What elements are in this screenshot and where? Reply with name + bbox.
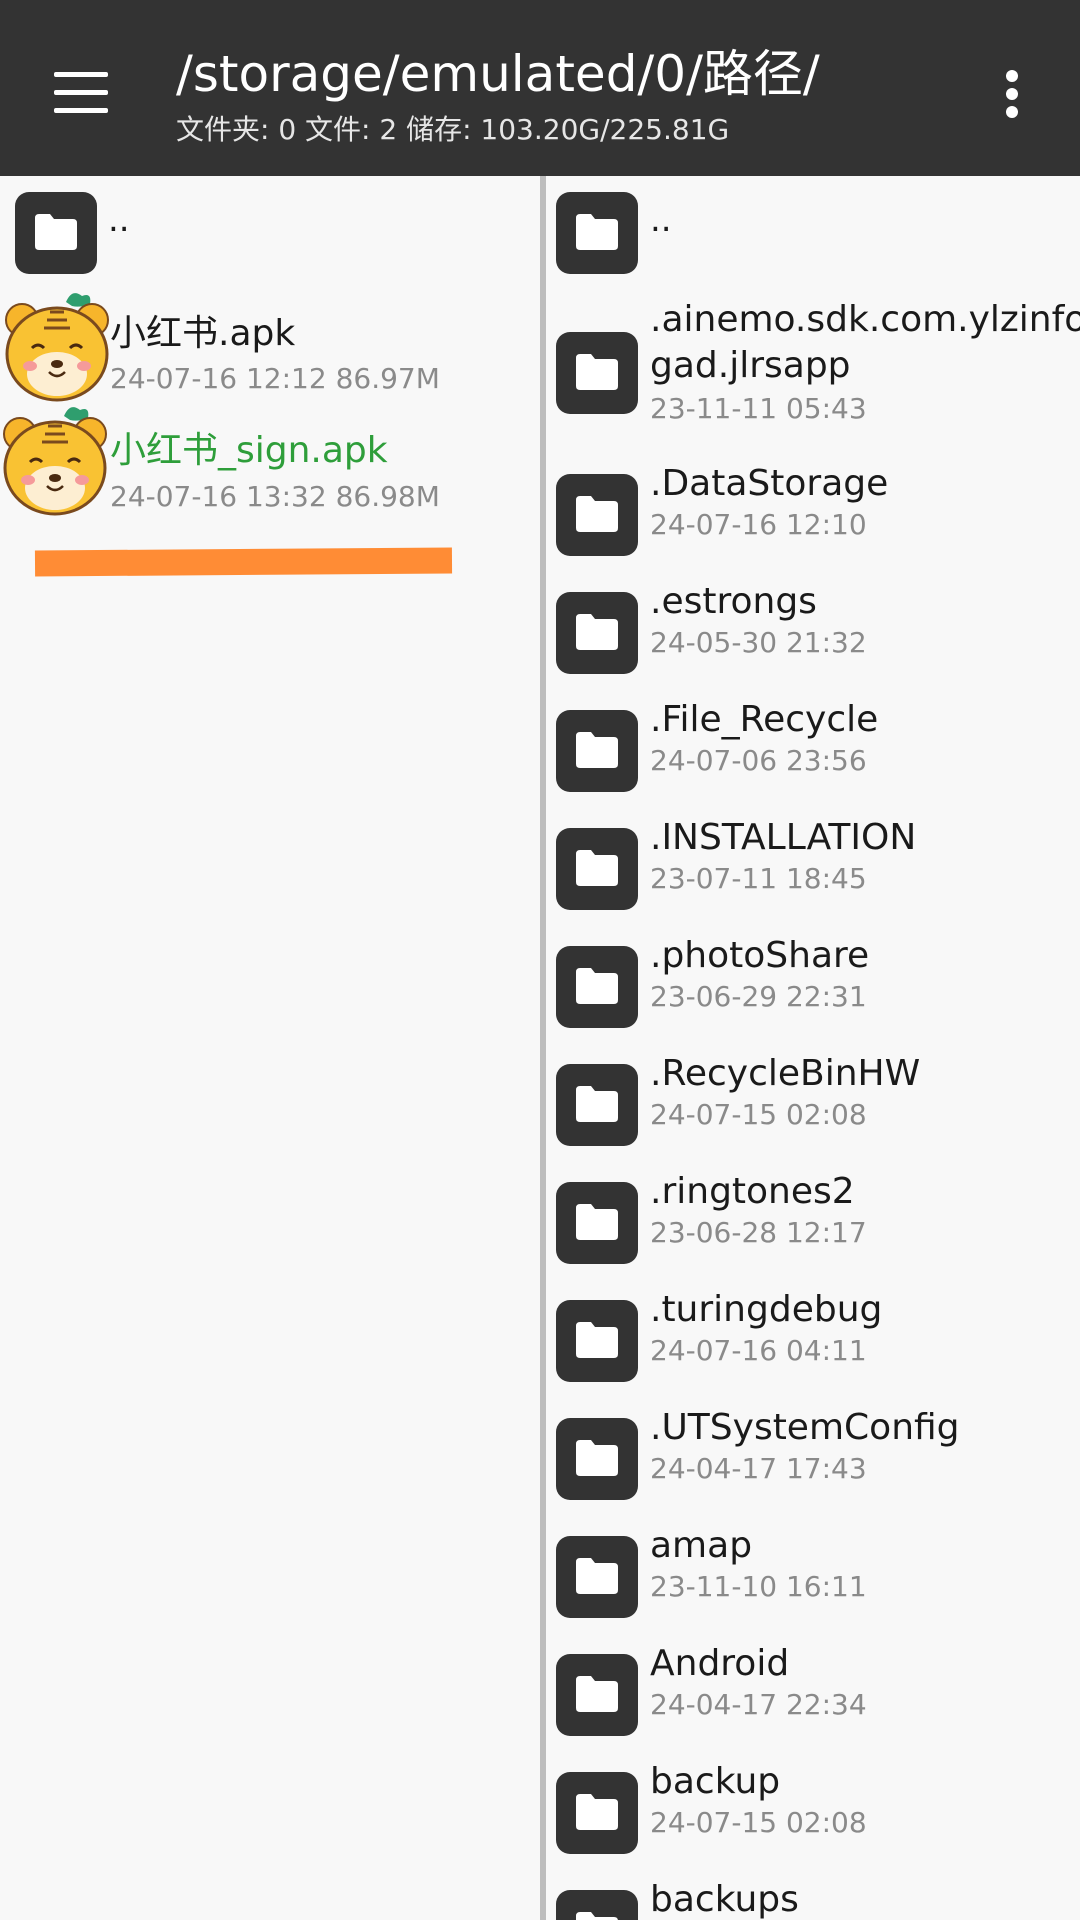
folder-row[interactable]: backups [546,1878,1080,1920]
more-options-icon[interactable] [994,66,1030,122]
folder-icon [556,1418,638,1500]
folder-row[interactable]: .estrongs 24-05-30 21:32 [546,580,1080,698]
file-meta: 24-07-16 12:12 86.97M [110,362,440,395]
folder-row[interactable]: .DataStorage 24-07-16 12:10 [546,462,1080,580]
folder-date: 24-07-15 02:08 [650,1098,867,1131]
folder-name: .INSTALLATION [650,817,917,858]
current-path-title: /storage/emulated/0/路径/ [176,45,820,103]
folder-name: .estrongs [650,581,817,622]
file-meta-selected: 24-07-16 13:32 86.98M [110,480,440,513]
folder-row[interactable]: Android 24-04-17 22:34 [546,1642,1080,1760]
folder-icon [556,946,638,1028]
folder-date: 24-05-30 21:32 [650,626,867,659]
folder-icon [556,1772,638,1854]
highlight-annotation [34,547,453,577]
folder-name: .RecycleBinHW [650,1053,921,1094]
tiger-app-icon [3,407,107,516]
file-name: 小红书.apk [110,313,296,354]
file-name-selected: 小红书_sign.apk [110,430,388,471]
folder-name: .DataStorage [650,463,889,504]
tiger-app-icon [5,293,109,402]
folder-row[interactable]: .turingdebug 24-07-16 04:11 [546,1288,1080,1406]
folder-date: 24-04-17 17:43 [650,1452,867,1485]
folder-date: 23-06-28 12:17 [650,1216,867,1249]
parent-directory-row[interactable]: .. [546,192,1080,282]
folder-name: .UTSystemConfig [650,1407,960,1448]
parent-directory-row[interactable]: .. [0,192,540,282]
folder-date: 24-07-06 23:56 [650,744,867,777]
folder-icon [556,1536,638,1618]
folder-date: 23-11-10 16:11 [650,1570,867,1603]
folder-date: 24-07-16 04:11 [650,1334,867,1367]
folder-row[interactable]: backup 24-07-15 02:08 [546,1760,1080,1878]
folder-name: backups [650,1879,799,1920]
parent-directory-label: .. [108,200,130,240]
folder-icon [556,1064,638,1146]
folder-icon [556,192,638,274]
folder-date: 24-07-16 12:10 [650,508,867,541]
folder-row[interactable]: .photoShare 23-06-29 22:31 [546,934,1080,1052]
folder-icon [556,1890,638,1920]
parent-directory-label: .. [650,200,672,240]
folder-row[interactable]: .ringtones2 23-06-28 12:17 [546,1170,1080,1288]
folder-icon [556,1654,638,1736]
folder-row[interactable]: .ainemo.sdk.com.ylzinfo. gad.jlrsapp 23-11… [546,298,1080,448]
folder-name: backup [650,1761,781,1802]
folder-icon [15,192,97,274]
folder-date: 23-11-11 05:43 [650,392,867,425]
folder-date: 24-07-15 02:08 [650,1806,867,1839]
folder-name: .ainemo.sdk.com.ylzinfo. [650,299,1080,340]
folder-name: Android [650,1643,790,1684]
folder-row[interactable]: .RecycleBinHW 24-07-15 02:08 [546,1052,1080,1170]
folder-date: 24-04-17 22:34 [650,1688,867,1721]
folder-icon [556,828,638,910]
folder-icon [556,592,638,674]
folder-icon [556,1182,638,1264]
folder-date: 23-07-11 18:45 [650,862,867,895]
right-file-pane[interactable]: .. .ainemo.sdk.com.ylzinfo. gad.jlrsapp 23… [546,176,1080,1920]
folder-date: 23-06-29 22:31 [650,980,867,1013]
storage-stats: 文件夹: 0 文件: 2 储存: 103.20G/225.81G [176,113,730,146]
folder-name: .File_Recycle [650,699,879,740]
menu-icon[interactable] [48,66,114,120]
folder-name-continued: gad.jlrsapp [650,345,851,386]
folder-icon [556,1300,638,1382]
folder-icon [556,332,638,414]
folder-row[interactable]: .INSTALLATION 23-07-11 18:45 [546,816,1080,934]
folder-row[interactable]: .File_Recycle 24-07-06 23:56 [546,698,1080,816]
app-bar: /storage/emulated/0/路径/ 文件夹: 0 文件: 2 储存:… [0,0,1080,176]
folder-row[interactable]: amap 23-11-10 16:11 [546,1524,1080,1642]
folder-icon [556,710,638,792]
folder-name: .turingdebug [650,1289,883,1330]
folder-name: .ringtones2 [650,1171,855,1212]
folder-name: .photoShare [650,935,870,976]
folder-icon [556,474,638,556]
folder-name: amap [650,1525,753,1566]
folder-row[interactable]: .UTSystemConfig 24-04-17 17:43 [546,1406,1080,1524]
